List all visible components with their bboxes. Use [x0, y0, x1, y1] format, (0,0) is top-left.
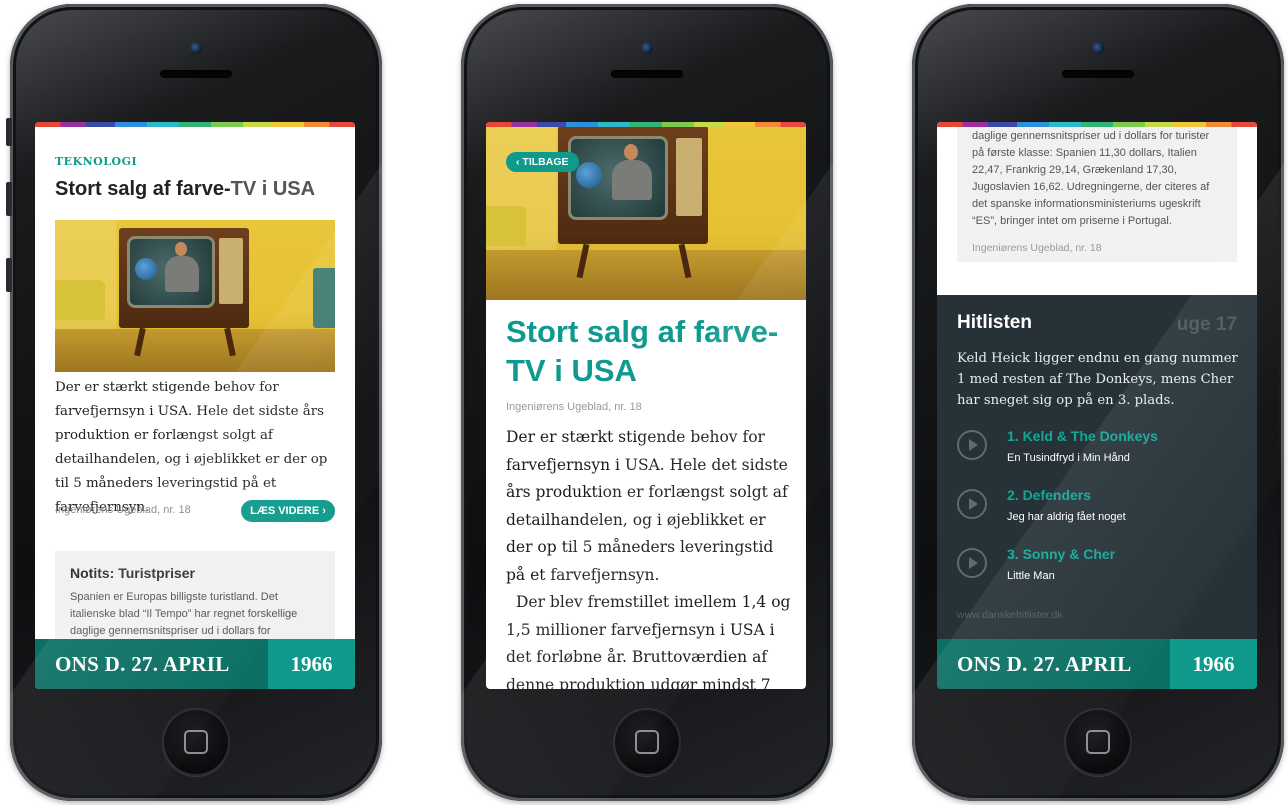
earpiece-speaker [160, 70, 232, 78]
volume-down-button [6, 258, 12, 292]
note-source: Ingeniørens Ugeblad, nr. 18 [972, 242, 1102, 254]
screen-article-detail: ‹ TILBAGE Stort salg af farve-TV i USA I… [486, 122, 806, 689]
track-item[interactable]: 3. Sonny & Cher Little Man [957, 546, 1247, 590]
back-button[interactable]: ‹ TILBAGE [506, 152, 579, 172]
headline-part-b: TV i USA [230, 178, 316, 200]
home-square-icon [184, 730, 208, 754]
camera [641, 42, 653, 54]
phone-left: TEKNOLOGI Stort salg af farve-TV i USA D… [10, 4, 382, 801]
year-label: 1966 [268, 639, 355, 689]
note-body: daglige gennemsnitspriser ud i dollars f… [972, 130, 1210, 227]
track-item[interactable]: 2. Defenders Jeg har aldrig fået noget [957, 487, 1247, 531]
article-excerpt: Der er stærkt stigende behov for farvefj… [55, 380, 328, 515]
home-button[interactable] [613, 708, 681, 776]
website-link[interactable]: www.danskehitlister.dk [957, 609, 1063, 621]
date-bar: ONS D. 27. APRIL 1966 [937, 639, 1257, 689]
earpiece-speaker [1062, 70, 1134, 78]
article-body: Der er stærkt stigende behov for farvefj… [506, 424, 794, 689]
mute-switch [6, 118, 12, 146]
track-title: 1. Keld & The Donkeys [1007, 428, 1158, 444]
camera [1092, 42, 1104, 54]
date-bar: ONS D. 27. APRIL 1966 [35, 639, 355, 689]
article-source: Ingeniørens Ugeblad, nr. 18 [506, 401, 642, 413]
track-song: Jeg har aldrig fået noget [1007, 511, 1126, 523]
date-label: ONS D. 27. APRIL [35, 639, 268, 689]
category-label: TEKNOLOGI [55, 155, 138, 168]
note-card[interactable]: daglige gennemsnitspriser ud i dollars f… [957, 122, 1237, 262]
article-image[interactable] [55, 220, 335, 372]
rainbow-stripe [937, 122, 1257, 127]
read-more-button[interactable]: LÆS VIDERE › [241, 500, 335, 522]
screen-article-list: TEKNOLOGI Stort salg af farve-TV i USA D… [35, 122, 355, 689]
home-square-icon [635, 730, 659, 754]
camera [190, 42, 202, 54]
home-button[interactable] [1064, 708, 1132, 776]
play-icon[interactable] [957, 548, 987, 578]
phone-middle: ‹ TILBAGE Stort salg af farve-TV i USA I… [461, 4, 833, 801]
date-label: ONS D. 27. APRIL [937, 639, 1170, 689]
week-label: uge 17 [1176, 314, 1237, 335]
home-button[interactable] [162, 708, 230, 776]
rainbow-stripe [35, 122, 355, 127]
headline-part-a: Stort salg af farve- [55, 178, 231, 200]
home-square-icon [1086, 730, 1110, 754]
article-paragraph: Der er stærkt stigende behov for farvefj… [506, 428, 788, 584]
track-title: 2. Defenders [1007, 487, 1092, 503]
track-song: Little Man [1007, 570, 1055, 582]
article-source: Ingeniørens Ugeblad, nr. 18 [55, 504, 191, 516]
phone-right: daglige gennemsnitspriser ud i dollars f… [912, 4, 1284, 801]
play-icon[interactable] [957, 489, 987, 519]
play-icon[interactable] [957, 430, 987, 460]
hitlist-title: Hitlisten [957, 312, 1032, 333]
track-title: 3. Sonny & Cher [1007, 546, 1116, 562]
article-hero-image [486, 122, 806, 300]
article-headline[interactable]: Stort salg af farve-TV i USA [55, 178, 315, 201]
hitlist-description: Keld Heick ligger endnu en gang nummer 1… [957, 351, 1238, 408]
note-title: Notits: Turistpriser [70, 565, 195, 581]
volume-up-button [6, 182, 12, 216]
screen-hitlist: daglige gennemsnitspriser ud i dollars f… [937, 122, 1257, 689]
article-paragraph: Der blev fremstillet imellem 1,4 og 1,5 … [506, 593, 791, 689]
note-body: Spanien er Europas billigste turistland.… [70, 591, 298, 637]
track-song: En Tusindfryd i Min Hånd [1007, 452, 1130, 464]
article-headline: Stort salg af farve-TV i USA [506, 314, 779, 388]
rainbow-stripe [486, 122, 806, 127]
earpiece-speaker [611, 70, 683, 78]
year-label: 1966 [1170, 639, 1257, 689]
track-item[interactable]: 1. Keld & The Donkeys En Tusindfryd i Mi… [957, 428, 1247, 472]
